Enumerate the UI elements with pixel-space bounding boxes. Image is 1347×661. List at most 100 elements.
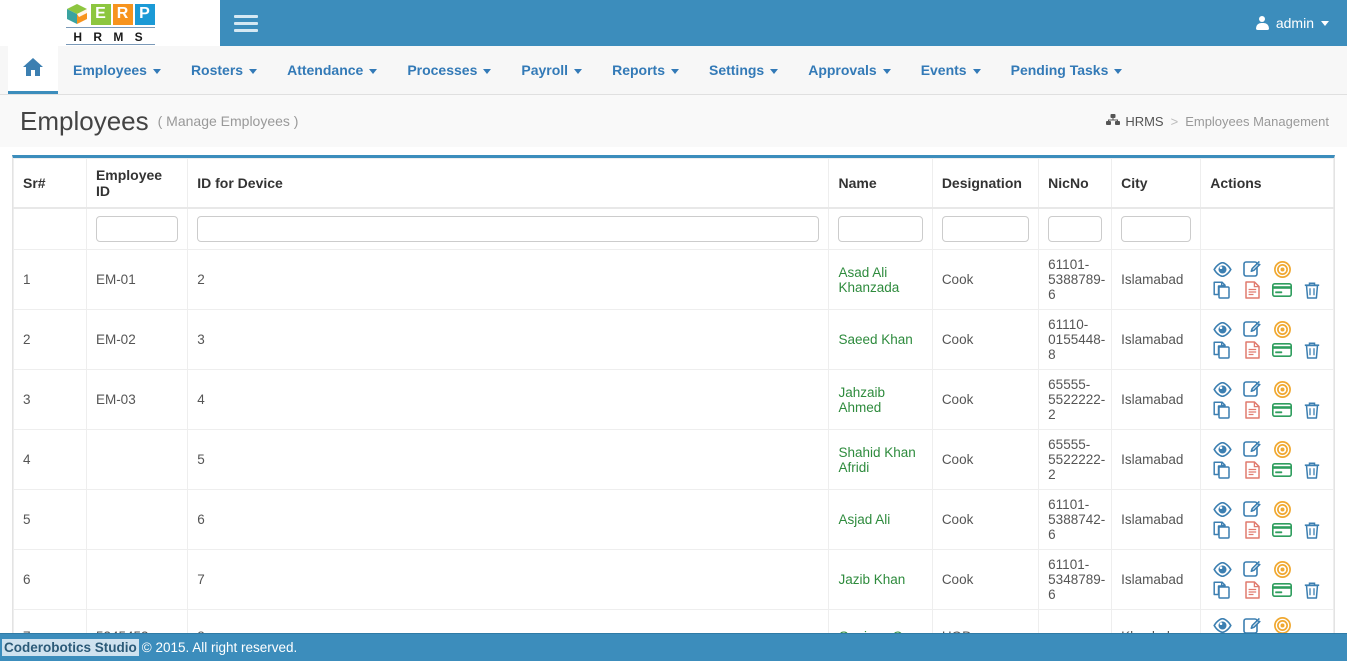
nav-item-reports[interactable]: Reports	[597, 46, 694, 94]
document-icon[interactable]	[1245, 521, 1260, 539]
nav-item-rosters[interactable]: Rosters	[176, 46, 272, 94]
delete-icon[interactable]	[1304, 341, 1320, 359]
column-header-dev[interactable]: ID for Device	[187, 158, 830, 209]
column-header-nic[interactable]: NicNo	[1038, 158, 1113, 209]
nav-item-pending-tasks[interactable]: Pending Tasks	[996, 46, 1138, 94]
target-icon[interactable]	[1273, 440, 1291, 458]
copy-icon[interactable]	[1213, 461, 1231, 479]
document-icon[interactable]	[1245, 401, 1260, 419]
row-action-icons	[1207, 499, 1327, 541]
row-action-icons	[1207, 439, 1327, 481]
chevron-down-icon	[152, 68, 161, 74]
filter-cell-desig	[931, 207, 1040, 250]
delete-icon[interactable]	[1304, 281, 1320, 299]
column-header-city[interactable]: City	[1111, 158, 1202, 209]
nav-item-events[interactable]: Events	[906, 46, 996, 94]
edit-icon[interactable]	[1243, 320, 1262, 338]
cell-sr: 1	[13, 249, 87, 310]
filter-input-desig[interactable]	[941, 216, 1030, 242]
column-header-sr[interactable]: Sr#	[13, 158, 87, 209]
cell-nic	[1038, 609, 1113, 634]
document-icon[interactable]	[1245, 581, 1260, 599]
card-icon[interactable]	[1272, 463, 1293, 477]
copy-icon[interactable]	[1213, 581, 1231, 599]
footer-brand-label: Coderobotics Studio	[2, 639, 139, 656]
copy-icon[interactable]	[1213, 521, 1231, 539]
target-icon[interactable]	[1273, 560, 1291, 578]
sidebar-toggle-button[interactable]	[220, 0, 272, 46]
document-icon[interactable]	[1245, 341, 1260, 359]
delete-icon[interactable]	[1304, 581, 1320, 599]
cell-sr: 3	[13, 369, 87, 430]
breadcrumb-root-link[interactable]: HRMS	[1106, 113, 1164, 129]
document-icon[interactable]	[1245, 281, 1260, 299]
nav-item-label: Events	[920, 62, 967, 78]
cell-name: Jazib Khan	[828, 549, 933, 610]
cell-city: Islamabad	[1111, 549, 1202, 610]
logo-letter-r: R	[112, 3, 133, 25]
view-icon[interactable]	[1213, 441, 1232, 457]
view-icon[interactable]	[1213, 561, 1232, 577]
nav-item-settings[interactable]: Settings	[694, 46, 793, 94]
card-icon[interactable]	[1272, 583, 1293, 597]
cell-empid: EM-02	[85, 309, 189, 370]
view-icon[interactable]	[1213, 261, 1232, 277]
nav-item-employees[interactable]: Employees	[58, 46, 176, 94]
nav-item-home[interactable]	[8, 46, 58, 94]
row-action-icons	[1207, 559, 1327, 601]
cell-desig: Cook	[931, 309, 1040, 370]
edit-icon[interactable]	[1243, 380, 1262, 398]
target-icon[interactable]	[1273, 500, 1291, 518]
delete-icon[interactable]	[1304, 401, 1320, 419]
edit-icon[interactable]	[1243, 440, 1262, 458]
target-icon[interactable]	[1273, 320, 1291, 338]
cell-desig: Cook	[931, 429, 1040, 490]
document-icon[interactable]	[1245, 461, 1260, 479]
cell-name: Shahid Khan Afridi	[828, 429, 933, 490]
copy-icon[interactable]	[1213, 401, 1231, 419]
cell-dev: 7	[187, 549, 830, 610]
chevron-down-icon	[882, 68, 891, 74]
nav-item-approvals[interactable]: Approvals	[793, 46, 905, 94]
view-icon[interactable]	[1213, 381, 1232, 397]
edit-icon[interactable]	[1243, 500, 1262, 518]
chevron-down-icon	[1321, 20, 1329, 26]
filter-input-empid[interactable]	[95, 216, 179, 242]
employee-name-link[interactable]: Saeed Khan	[838, 332, 912, 347]
card-icon[interactable]	[1272, 283, 1293, 297]
filter-cell-nic	[1038, 207, 1113, 250]
filter-input-dev[interactable]	[197, 216, 820, 242]
nav-item-processes[interactable]: Processes	[392, 46, 506, 94]
view-icon[interactable]	[1213, 617, 1232, 634]
employee-name-link[interactable]: Asad Ali Khanzada	[838, 265, 899, 295]
employee-name-link[interactable]: Shahid Khan Afridi	[838, 445, 915, 475]
filter-input-name[interactable]	[838, 216, 923, 242]
user-menu-button[interactable]: admin	[1246, 0, 1347, 46]
edit-icon[interactable]	[1243, 260, 1262, 278]
nav-item-attendance[interactable]: Attendance	[272, 46, 392, 94]
card-icon[interactable]	[1272, 523, 1293, 537]
cell-empid	[85, 429, 189, 490]
card-icon[interactable]	[1272, 403, 1293, 417]
target-icon[interactable]	[1273, 617, 1291, 634]
delete-icon[interactable]	[1304, 461, 1320, 479]
chevron-down-icon	[574, 68, 583, 74]
target-icon[interactable]	[1273, 260, 1291, 278]
app-logo[interactable]: E R P H R M S	[0, 0, 220, 46]
edit-icon[interactable]	[1243, 560, 1262, 578]
edit-icon[interactable]	[1243, 617, 1262, 635]
employee-name-link[interactable]: Jazib Khan	[838, 572, 905, 587]
view-icon[interactable]	[1213, 501, 1232, 517]
filter-input-city[interactable]	[1121, 216, 1192, 242]
nav-item-payroll[interactable]: Payroll	[506, 46, 597, 94]
target-icon[interactable]	[1273, 380, 1291, 398]
copy-icon[interactable]	[1213, 281, 1231, 299]
employee-name-link[interactable]: Asjad Ali	[838, 512, 890, 527]
delete-icon[interactable]	[1304, 521, 1320, 539]
card-icon[interactable]	[1272, 343, 1293, 357]
copy-icon[interactable]	[1213, 341, 1231, 359]
filter-input-nic[interactable]	[1048, 216, 1103, 242]
view-icon[interactable]	[1213, 321, 1232, 337]
employee-name-link[interactable]: Jahzaib Ahmed	[838, 385, 885, 415]
cell-desig: HOD	[931, 609, 1040, 634]
